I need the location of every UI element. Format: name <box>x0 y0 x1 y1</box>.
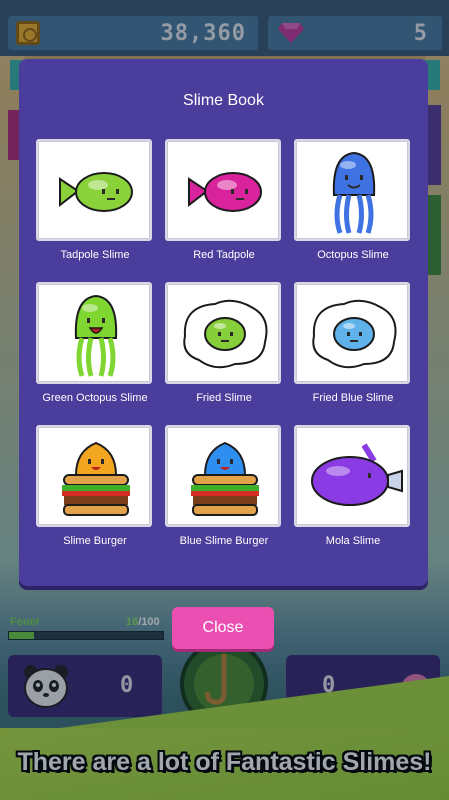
blue-slime-burger-icon <box>191 441 259 516</box>
slime-card-image <box>165 282 281 384</box>
slime-card[interactable]: Octopus Slime <box>294 139 412 261</box>
slime-card-image <box>36 425 152 527</box>
slime-card[interactable]: Fried Slime <box>165 282 283 404</box>
slime-card[interactable]: Mola Slime <box>294 425 412 547</box>
slime-name: Slime Burger <box>63 535 127 547</box>
slime-name: Mola Slime <box>325 535 381 547</box>
slime-card-image <box>294 282 410 384</box>
mola-slime-icon <box>311 443 403 506</box>
slime-card[interactable]: Blue Slime Burger <box>165 425 283 547</box>
slime-book-dialog: Slime Book Tadpole Slime Red Tadpole Oct… <box>19 59 428 586</box>
slime-card-image <box>294 425 410 527</box>
slime-name: Blue Slime Burger <box>179 535 269 547</box>
slime-name: Fried Blue Slime <box>312 392 394 404</box>
dialog-title: Slime Book <box>183 92 264 109</box>
slime-name: Fried Slime <box>196 392 252 404</box>
slime-card-image <box>36 139 152 241</box>
fried-slime-icon <box>183 299 268 369</box>
slime-name: Red Tadpole <box>193 249 255 261</box>
slime-card-image <box>36 282 152 384</box>
close-button[interactable]: Close <box>172 607 274 649</box>
slime-card-image <box>294 139 410 241</box>
slime-card[interactable]: Green Octopus Slime <box>36 282 154 404</box>
red-tadpole-icon <box>188 172 262 212</box>
slime-name: Tadpole Slime <box>60 249 130 261</box>
green-octopus-slime-icon <box>74 294 118 377</box>
tadpole-slime-icon <box>59 172 133 212</box>
slime-card[interactable]: Tadpole Slime <box>36 139 154 261</box>
slime-name: Green Octopus Slime <box>42 392 148 404</box>
slime-burger-icon <box>62 441 130 516</box>
slime-card[interactable]: Fried Blue Slime <box>294 282 412 404</box>
octopus-slime-icon <box>332 151 376 234</box>
slime-card[interactable]: Slime Burger <box>36 425 154 547</box>
fried-blue-slime-icon <box>312 299 397 369</box>
slime-name: Octopus Slime <box>317 249 389 261</box>
slime-card-image <box>165 139 281 241</box>
slime-card[interactable]: Red Tadpole <box>165 139 283 261</box>
slime-card-image <box>165 425 281 527</box>
